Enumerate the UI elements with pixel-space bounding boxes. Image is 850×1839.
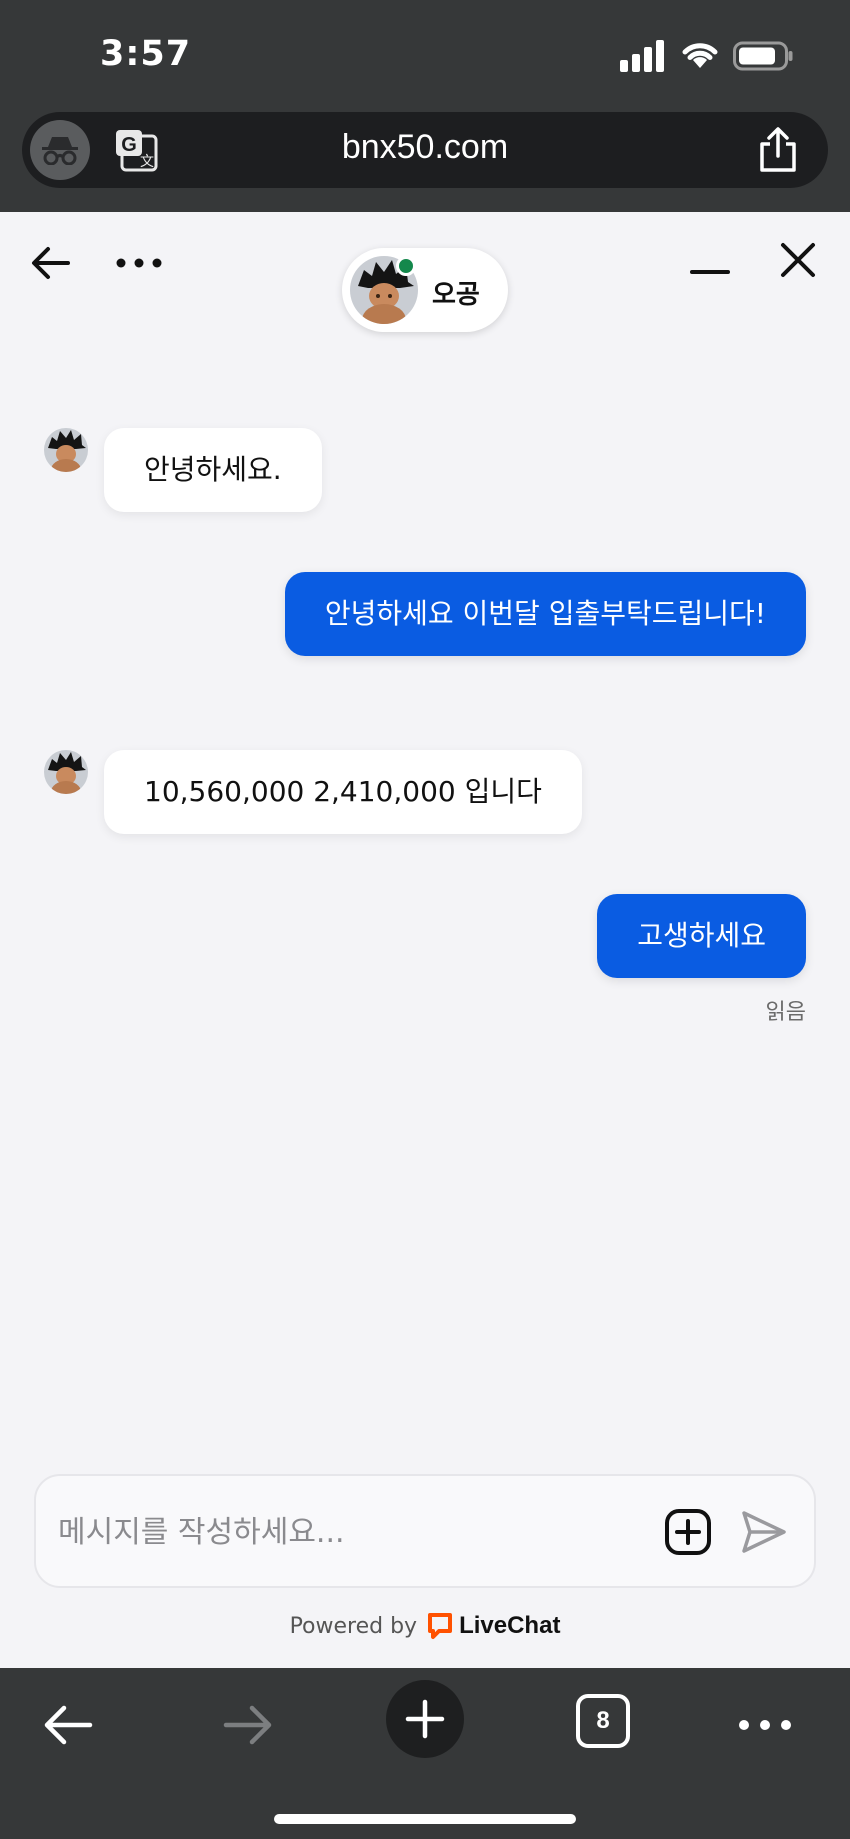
browser-top-chrome: 3:57 G 文 bnx50.com	[0, 0, 850, 212]
close-icon[interactable]	[776, 238, 820, 282]
read-receipt: 읽음	[765, 1000, 806, 1025]
browser-bottom-toolbar: 8	[0, 1668, 850, 1839]
tab-switcher-button[interactable]: 8	[576, 1694, 630, 1748]
share-icon[interactable]	[756, 126, 800, 174]
agent-info-pill[interactable]: 오공	[342, 248, 508, 332]
online-status-dot	[396, 256, 416, 276]
send-icon[interactable]	[740, 1508, 788, 1556]
cellular-signal-icon	[620, 40, 664, 72]
message-composer	[34, 1474, 816, 1588]
back-arrow-icon[interactable]	[30, 242, 72, 284]
home-indicator[interactable]	[274, 1814, 576, 1824]
battery-icon	[733, 41, 793, 71]
agent-name: 오공	[432, 280, 480, 310]
message-bubble-visitor: 안녕하세요 이번달 입출부탁드립니다!	[284, 572, 806, 656]
message-bubble-visitor: 고생하세요	[597, 894, 806, 978]
chat-header: 오공	[0, 212, 850, 342]
wifi-icon	[682, 43, 718, 68]
browser-back-icon[interactable]	[42, 1698, 96, 1752]
powered-by-footer: Powered by LiveChat	[0, 1612, 850, 1640]
browser-forward-icon[interactable]	[220, 1698, 274, 1752]
livechat-logo-icon	[428, 1613, 453, 1639]
message-avatar	[44, 750, 88, 794]
message-avatar	[44, 428, 88, 472]
attach-plus-icon[interactable]	[664, 1508, 712, 1556]
more-options-icon[interactable]	[114, 242, 164, 284]
status-time: 3:57	[100, 34, 192, 74]
message-bubble-agent: 안녕하세요.	[104, 428, 322, 512]
message-bubble-agent: 10,560,000 2,410,000 입니다	[104, 750, 582, 834]
brand-name: LiveChat	[459, 1612, 561, 1639]
powered-by-label: Powered by	[289, 1613, 418, 1639]
minimize-icon[interactable]	[688, 242, 732, 284]
address-bar[interactable]: G 文 bnx50.com	[22, 112, 828, 188]
livechat-brand-link[interactable]: LiveChat	[427, 1612, 560, 1640]
plus-icon	[405, 1699, 445, 1739]
message-input[interactable]	[58, 1504, 658, 1560]
url-text[interactable]: bnx50.com	[22, 128, 828, 167]
new-tab-button[interactable]	[386, 1680, 464, 1758]
browser-more-icon[interactable]	[736, 1698, 794, 1752]
